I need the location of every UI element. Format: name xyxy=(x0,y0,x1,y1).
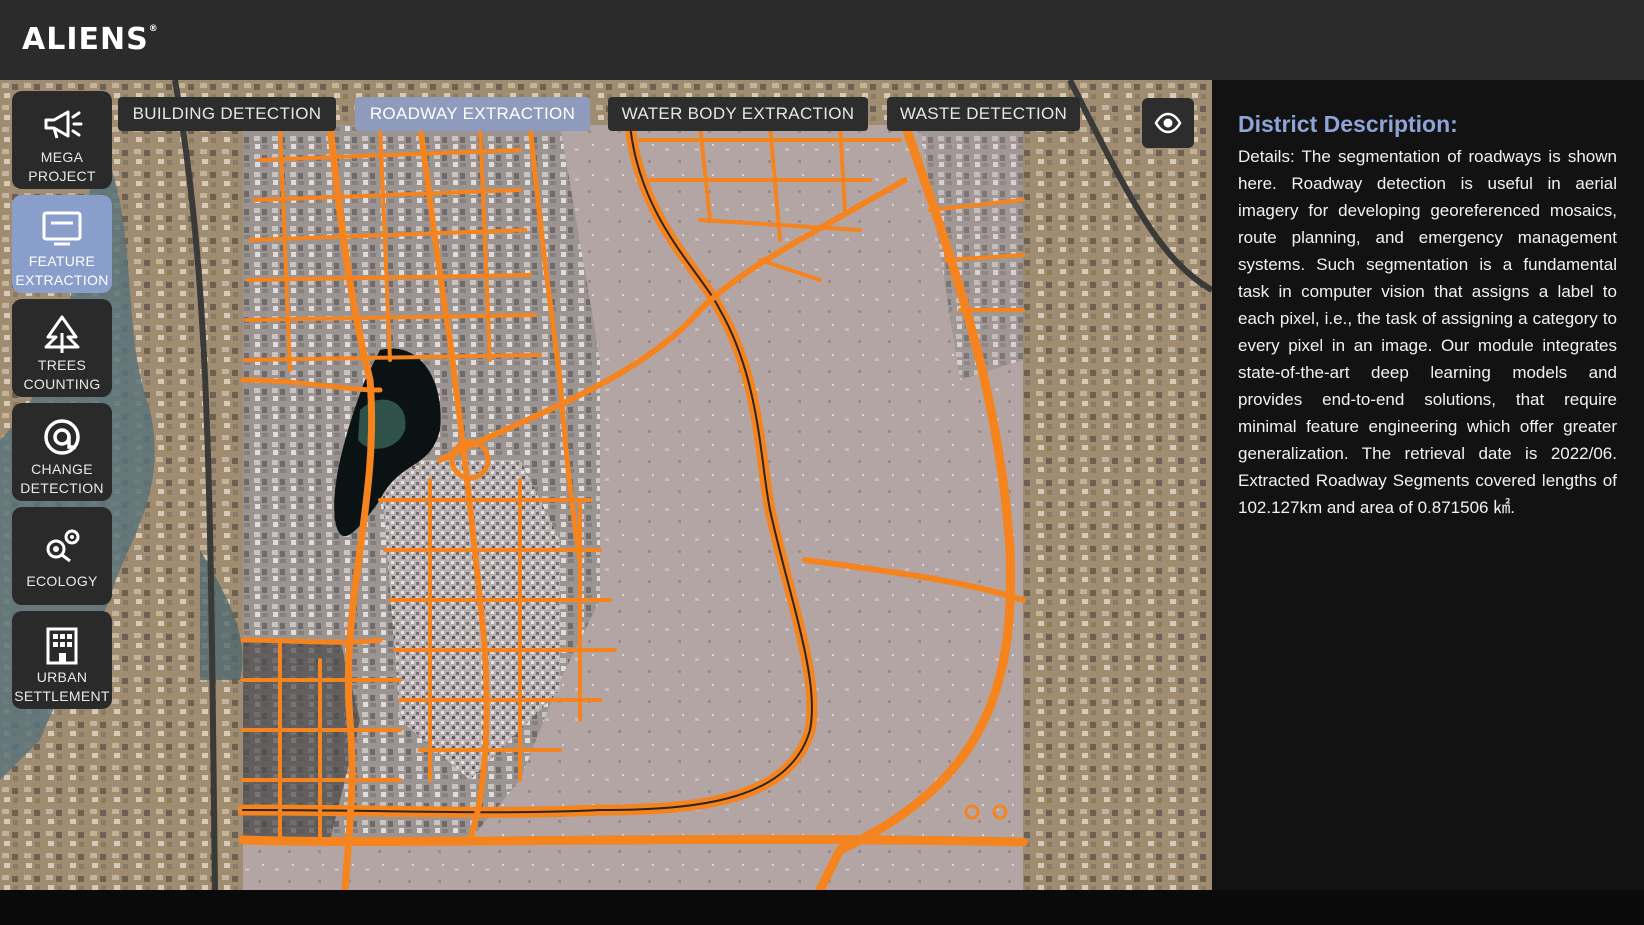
eye-icon xyxy=(1154,112,1182,134)
sidebar-item-label: ECOLOGY xyxy=(26,573,98,589)
sidebar-item-label: EXTRACTION xyxy=(15,272,109,288)
flower-icon xyxy=(46,529,80,563)
sidebar-item-label: CHANGE xyxy=(31,461,93,477)
sidebar-item-label: DETECTION xyxy=(20,480,104,496)
sidebar-item-mega-project[interactable]: MEGA PROJECT xyxy=(12,91,112,189)
sidebar-item-label: SETTLEMENT xyxy=(14,688,110,704)
trees-icon xyxy=(44,315,80,353)
sidebar-item-ecology[interactable]: ECOLOGY xyxy=(12,507,112,605)
aliens-logo[interactable]: ALIENS® xyxy=(22,22,159,57)
top-bar: ALIENS® xyxy=(0,0,1644,80)
target-icon xyxy=(44,419,80,455)
panel-description: Details: The segmentation of roadways is… xyxy=(1238,147,1617,517)
panel-title: District Description: xyxy=(1238,111,1458,137)
sidebar-item-trees-counting[interactable]: TREES COUNTING xyxy=(12,299,112,397)
sidebar-item-urban-settlement[interactable]: URBAN SETTLEMENT xyxy=(12,611,112,709)
sidebar-item-label: PROJECT xyxy=(28,168,96,184)
district-description-panel: District Description: Details: The segme… xyxy=(1212,80,1644,890)
satellite-map[interactable] xyxy=(0,80,1212,890)
sidebar-item-label: TREES xyxy=(37,357,87,373)
sidebar-item-feature-extraction[interactable]: FEATURE EXTRACTION xyxy=(12,195,112,293)
tab-waste-detection[interactable]: WASTE DETECTION xyxy=(887,97,1080,131)
sidebar-item-label: FEATURE xyxy=(28,253,96,269)
map-view[interactable] xyxy=(0,80,1212,890)
bottom-bar xyxy=(0,890,1644,925)
tab-roadway-extraction[interactable]: ROADWAY EXTRACTION xyxy=(355,97,590,131)
building-icon xyxy=(46,627,78,665)
megaphone-icon xyxy=(44,110,83,139)
sidebar-item-change-detection[interactable]: CHANGE DETECTION xyxy=(12,403,112,501)
monitor-icon xyxy=(42,211,82,246)
tab-building-detection[interactable]: BUILDING DETECTION xyxy=(118,97,336,131)
sidebar-item-label: MEGA xyxy=(40,149,84,165)
visibility-toggle-button[interactable] xyxy=(1142,98,1194,148)
sidebar-item-label: URBAN xyxy=(36,669,88,685)
sidebar-item-label: COUNTING xyxy=(23,376,101,392)
tab-water-body-extraction[interactable]: WATER BODY EXTRACTION xyxy=(608,97,868,131)
